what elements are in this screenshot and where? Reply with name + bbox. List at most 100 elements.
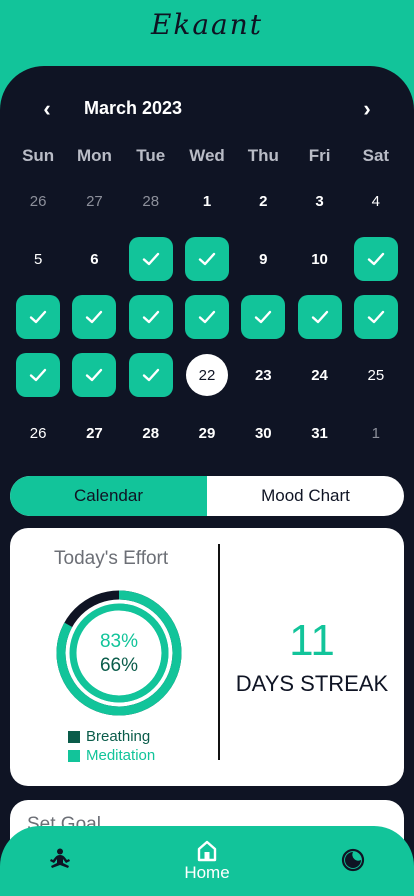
breathing-swatch <box>68 730 80 743</box>
calendar-day[interactable]: 23 <box>241 353 285 397</box>
calendar-cell: 3 <box>291 172 347 230</box>
checkmark-icon <box>29 368 47 382</box>
calendar-day[interactable]: 2 <box>241 179 285 223</box>
calendar-day[interactable]: 5 <box>16 237 60 281</box>
calendar-day[interactable]: 24 <box>298 353 342 397</box>
nav-meditation[interactable] <box>48 848 72 870</box>
calendar-day[interactable]: 3 <box>298 179 342 223</box>
nav-moon[interactable] <box>341 848 365 872</box>
calendar-cell: 28 <box>123 404 179 462</box>
view-toggle: Calendar Mood Chart <box>10 476 404 516</box>
nav-home-label: Home <box>184 863 230 882</box>
calendar-cell: 22 <box>179 346 235 404</box>
calendar-cell: 4 <box>348 172 404 230</box>
calendar-day[interactable]: 25 <box>354 353 398 397</box>
calendar-cell: 27 <box>66 404 122 462</box>
calendar-cell <box>179 230 235 288</box>
calendar-cell: 2 <box>235 172 291 230</box>
weekday-label: Mon <box>76 146 112 165</box>
legend-breathing: Breathing <box>68 728 155 745</box>
calendar-cell: 24 <box>291 346 347 404</box>
completed-day-14[interactable] <box>128 295 173 339</box>
app-header: Ekaant <box>0 0 414 70</box>
calendar-cell: 31 <box>291 404 347 462</box>
calendar-cell <box>66 288 122 346</box>
calendar-cell <box>123 346 179 404</box>
bottom-nav: Home <box>0 826 414 896</box>
calendar-cell: 27 <box>66 172 122 230</box>
calendar-cell: 28 <box>123 172 179 230</box>
moon-icon <box>341 848 365 872</box>
completed-day-8[interactable] <box>184 237 229 281</box>
checkmark-icon <box>86 368 103 382</box>
checkmark-icon <box>142 252 159 266</box>
calendar-cell: 10 <box>291 230 347 288</box>
calendar-day[interactable]: 30 <box>241 411 285 455</box>
completed-day-12[interactable] <box>16 295 61 339</box>
checkmark-icon <box>198 252 216 266</box>
calendar-day[interactable]: 28 <box>129 411 173 455</box>
weekday-label: Wed <box>189 146 225 165</box>
checkmark-icon <box>29 310 47 324</box>
calendar-cell <box>10 288 66 346</box>
tab-calendar[interactable]: Calendar <box>10 476 207 516</box>
calendar-day[interactable]: 27 <box>72 411 116 455</box>
nav-home[interactable]: Home <box>174 840 240 883</box>
effort-title: Today's Effort <box>54 548 169 569</box>
meditation-percent: 83% <box>99 631 139 652</box>
calendar-day[interactable]: 29 <box>185 411 229 455</box>
effort-ring-chart <box>56 590 182 716</box>
weekday-label: Sun <box>22 146 55 165</box>
effort-legend: Breathing Meditation <box>68 728 155 766</box>
calendar-cell: 30 <box>235 404 291 462</box>
calendar-cell <box>123 230 179 288</box>
legend-label: Meditation <box>86 747 156 764</box>
calendar-cell: 26 <box>10 172 66 230</box>
calendar-day[interactable]: 31 <box>298 411 342 455</box>
calendar-day[interactable]: 10 <box>298 237 342 281</box>
calendar-cell: 29 <box>179 404 235 462</box>
calendar-cell: 9 <box>235 230 291 288</box>
completed-day-15[interactable] <box>184 295 229 339</box>
checkmark-icon <box>255 310 272 324</box>
calendar-grid: 26 27 28 1 2 3 4 5 6 9 10 22 23 24 25 26 27 28 29 30 31 1 <box>10 172 404 462</box>
chevron-left-icon[interactable]: ‹ <box>32 94 62 124</box>
weekday-header: Sun Mon Tue Wed Thu Fri Sat <box>10 146 404 166</box>
completed-day-13[interactable] <box>72 295 117 339</box>
calendar-day[interactable]: 9 <box>241 237 285 281</box>
meditation-swatch <box>68 749 80 762</box>
calendar-day[interactable]: 27 <box>72 179 116 223</box>
completed-day-7[interactable] <box>128 237 173 281</box>
completed-day-16[interactable] <box>241 295 286 339</box>
calendar-day[interactable]: 26 <box>16 179 60 223</box>
today-day[interactable]: 22 <box>185 354 228 396</box>
checkmark-icon <box>311 310 328 324</box>
legend-meditation: Meditation <box>68 747 155 764</box>
weekday-label: Fri <box>308 146 331 165</box>
weekday-label: Sat <box>362 146 390 165</box>
completed-day-17[interactable] <box>297 295 342 339</box>
calendar-day[interactable]: 26 <box>16 411 60 455</box>
calendar-cell <box>123 288 179 346</box>
effort-card: Today's Effort 83% 66% Breathing Meditat… <box>10 528 404 786</box>
completed-day-19[interactable] <box>16 353 61 397</box>
calendar-day[interactable]: 28 <box>129 179 173 223</box>
home-icon <box>197 840 217 862</box>
chevron-right-icon[interactable]: › <box>352 94 382 124</box>
checkmark-icon <box>142 310 159 324</box>
app-logo: Ekaant <box>150 8 264 41</box>
legend-label: Breathing <box>86 728 151 745</box>
completed-day-11[interactable] <box>353 237 398 281</box>
completed-day-20[interactable] <box>72 353 117 397</box>
calendar-day[interactable]: 6 <box>72 237 116 281</box>
calendar-cell: 23 <box>235 346 291 404</box>
weekday-label: Tue <box>136 146 166 165</box>
calendar-day[interactable]: 1 <box>185 179 229 223</box>
calendar-day[interactable]: 1 <box>354 411 398 455</box>
calendar-day[interactable]: 4 <box>354 179 398 223</box>
completed-day-21[interactable] <box>128 353 173 397</box>
tab-mood-chart[interactable]: Mood Chart <box>207 476 404 516</box>
calendar-cell: 25 <box>348 346 404 404</box>
calendar-cell: 1 <box>348 404 404 462</box>
completed-day-18[interactable] <box>353 295 398 339</box>
